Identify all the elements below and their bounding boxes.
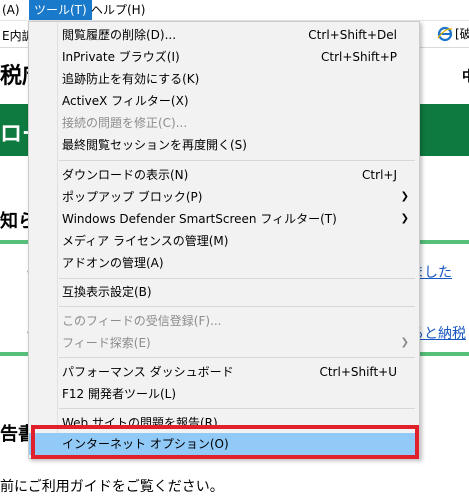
menu-separator [59,306,415,307]
shortcut-label: Ctrl+Shift+P [321,50,397,64]
menu-help[interactable]: ヘルプ(H) [86,0,150,20]
submenu-arrow-icon: ❯ [400,337,409,348]
menu-item-tracking-protection[interactable]: 追跡防止を有効にする(K) [29,68,419,90]
menu-item-inprivate[interactable]: InPrivate ブラウズ(I) Ctrl+Shift+P [29,46,419,68]
menu-bar: (A) ツール(T) ヘルプ(H) [0,0,469,21]
menu-item-popup-blocker[interactable]: ポップアップ ブロック(P) ❯ [29,186,419,208]
ie-icon [437,26,453,42]
menu-separator [59,408,415,409]
menu-edit[interactable]: (A) [0,0,25,20]
page-heading-right: 中 [462,66,469,86]
menu-item-manage-addons[interactable]: アドオンの管理(A) [29,252,419,274]
menu-item-performance-dashboard[interactable]: パフォーマンス ダッシュボード Ctrl+Shift+U [29,361,419,383]
favorite-link-right-label: [破 [455,27,469,41]
menu-separator [59,278,415,279]
shortcut-label: Ctrl+Shift+Del [308,28,397,42]
menu-tools[interactable]: ツール(T) [29,0,92,20]
favorite-link-right[interactable]: [破 [437,25,469,42]
submenu-arrow-icon: ❯ [400,191,409,202]
menu-item-f12-devtools[interactable]: F12 開発者ツール(L) [29,383,419,405]
shortcut-label: Ctrl+J [362,168,397,182]
menu-item-view-downloads[interactable]: ダウンロードの表示(N) Ctrl+J [29,164,419,186]
highlight-frame [31,425,419,459]
menu-item-compat-view[interactable]: 互換表示設定(B) [29,281,419,303]
menu-item-activex-filter[interactable]: ActiveX フィルター(X) [29,90,419,112]
menu-item-reopen-session[interactable]: 最終閲覧セッションを再度開く(S) [29,134,419,156]
shortcut-label: Ctrl+Shift+U [319,365,397,379]
tools-menu: 閲覧履歴の削除(D)... Ctrl+Shift+Del InPrivate ブ… [28,21,420,459]
guide-text: 前にご利用ガイドをご覧ください。 [0,479,224,495]
menu-item-smartscreen[interactable]: Windows Defender SmartScreen フィルター(T) ❯ [29,208,419,230]
menu-item-feed-discovery: フィード探索(E) ❯ [29,332,419,354]
submenu-arrow-icon: ❯ [400,213,409,224]
menu-item-media-licenses[interactable]: メディア ライセンスの管理(M) [29,230,419,252]
menu-item-subscribe-feed: このフィードの受信登録(F)... [62,314,222,328]
menu-item-fix-connection: 接続の問題を修正(C)... [62,116,188,130]
menu-separator [59,160,415,161]
menu-separator [59,357,415,358]
menu-item-delete-history[interactable]: 閲覧履歴の削除(D)... Ctrl+Shift+Del [29,24,419,46]
